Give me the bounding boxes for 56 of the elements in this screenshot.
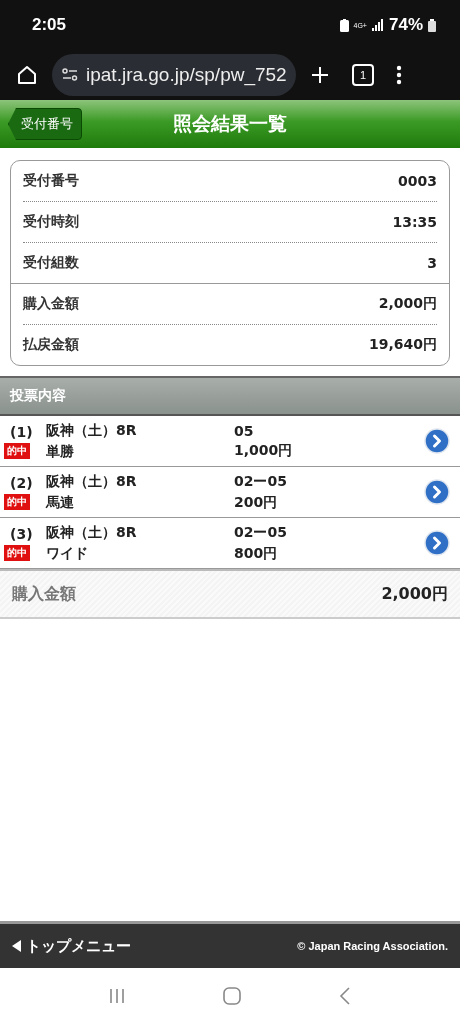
tab-count-button[interactable]: 1 [352,64,374,86]
bet-number: (1) [9,423,33,440]
chevron-right-icon[interactable] [424,428,450,454]
info-label: 受付時刻 [23,213,79,231]
new-tab-icon[interactable] [310,65,330,85]
bet-row[interactable]: (1) 的中 阪神（土）8R 単勝 05 1,000円 [0,416,460,467]
horse-combination: 02ー05 [234,472,288,491]
page-title: 照会結果一覧 [173,111,287,136]
info-label: 払戻金額 [23,336,79,354]
chevron-right-icon[interactable] [424,530,450,556]
race-name: 阪神（土）8R [46,472,138,491]
hit-badge: 的中 [4,493,30,510]
section-title: 投票内容 [10,387,66,405]
info-value: 0003 [398,173,437,189]
clock-time: 2:05 [32,15,67,35]
chevron-right-icon[interactable] [424,479,450,505]
battery-percent: 74% [388,15,423,35]
info-value: 19,640円 [368,336,437,354]
more-menu-icon[interactable] [396,65,402,85]
address-bar[interactable]: ipat.jra.go.jp/sp/pw_752 [52,54,296,96]
info-label: 受付組数 [23,254,79,272]
top-menu-link[interactable]: トップメニュー [12,936,131,956]
battery-icon [428,18,436,32]
bet-type: 単勝 [46,442,75,461]
race-name: 阪神（土）8R [46,523,138,542]
back-button[interactable]: 受付番号 [8,108,82,140]
info-value: 3 [427,255,437,271]
bet-amount: 200円 [234,493,279,512]
bet-number: (2) [9,474,33,491]
info-label: 購入金額 [23,295,79,313]
info-value: 13:35 [392,214,437,230]
recent-apps-icon[interactable] [108,987,126,1005]
site-settings-icon[interactable] [62,68,78,82]
total-value: 2,000円 [381,583,448,605]
info-value: 2,000円 [378,295,437,313]
triangle-left-icon [12,940,21,952]
copyright-text: © Japan Racing Association. [297,940,448,952]
battery-saver-icon [339,18,349,32]
race-name: 阪神（土）8R [46,421,138,440]
home-button-icon[interactable] [222,986,242,1006]
bet-amount: 800円 [234,544,279,563]
total-label: 購入金額 [12,583,76,605]
home-icon[interactable] [16,64,38,86]
horse-combination: 05 [234,422,255,439]
hit-badge: 的中 [4,544,30,561]
bet-type: ワイド [46,544,89,563]
bet-number: (3) [9,525,33,542]
url-text: ipat.jra.go.jp/sp/pw_752 [86,64,287,86]
info-label: 受付番号 [23,172,79,190]
signal-icon [371,19,384,31]
back-icon[interactable] [338,986,352,1006]
bet-row[interactable]: (2) 的中 阪神（土）8R 馬連 02ー05 200円 [0,467,460,518]
bet-amount: 1,000円 [234,441,294,460]
hit-badge: 的中 [4,442,30,459]
horse-combination: 02ー05 [234,523,288,542]
bet-type: 馬連 [46,493,75,512]
